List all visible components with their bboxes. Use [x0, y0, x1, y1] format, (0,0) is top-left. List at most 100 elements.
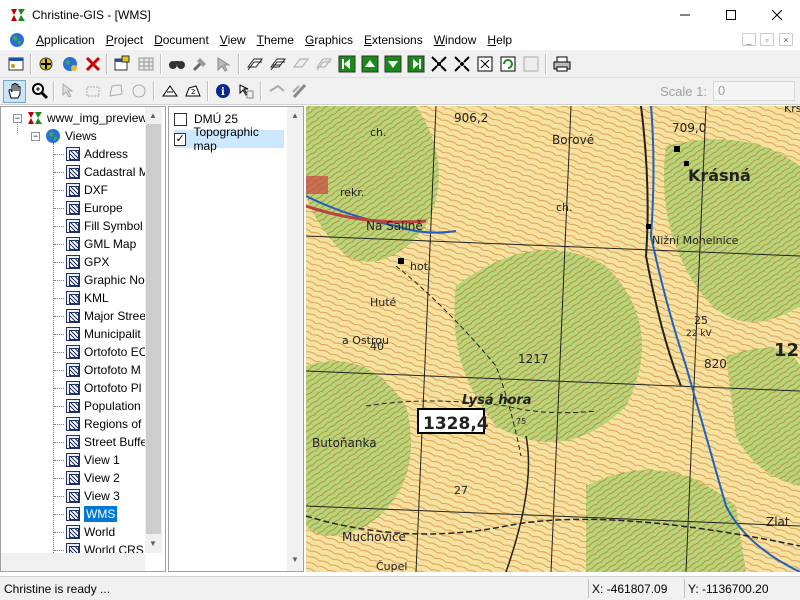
close-icon [772, 10, 782, 20]
tree-view-item[interactable]: KML [66, 289, 109, 307]
mdi-restore-button[interactable]: ▫ [760, 33, 774, 46]
clear-selection-icon[interactable] [522, 55, 540, 73]
tree-view-item[interactable]: Cadastral M [66, 163, 149, 181]
menu-help[interactable]: Help [483, 33, 516, 47]
views-expander[interactable]: − [31, 132, 40, 141]
mdi-close-button[interactable]: × [779, 33, 793, 46]
tree-view-item[interactable]: Major Stree [66, 307, 146, 325]
find-icon[interactable] [168, 55, 186, 73]
tree-view-item[interactable]: Graphic No [66, 271, 145, 289]
menu-application[interactable]: Application [32, 33, 99, 47]
layer-topographic-label: Topographic map [193, 125, 259, 153]
map-canvas[interactable]: 906,2 ch. Borové 709,0 Kršna Krásná rekr. Na Sa… [306, 106, 800, 572]
tree-view-item[interactable]: WMS [66, 505, 118, 523]
tree-view-item[interactable]: Europe [66, 199, 123, 217]
tree-view-item[interactable]: Ortofoto M [66, 361, 141, 379]
layer-topographic-map[interactable]: ✓ Topographic map [174, 125, 284, 153]
map-label: Borové [552, 133, 594, 147]
project-properties-icon[interactable] [7, 55, 25, 73]
attribute-table-icon[interactable] [137, 55, 155, 73]
layout-icon-3[interactable] [292, 55, 310, 73]
globe-icon[interactable] [9, 32, 25, 48]
tree-root[interactable]: www_img_preview [27, 109, 147, 127]
layout-icon-2[interactable] [269, 55, 287, 73]
tree-view-item[interactable]: Regions of [66, 415, 141, 433]
menu-bar: Application Project Document View Theme Graph… [0, 30, 800, 51]
select-rectangle-icon[interactable] [84, 82, 102, 100]
menu-theme[interactable]: Theme [253, 33, 298, 47]
layout-icon-4[interactable] [315, 55, 333, 73]
tree-view-item[interactable]: Population [66, 397, 141, 415]
measure-area-icon[interactable]: 2 [184, 82, 202, 100]
tree-view-label: Ortofoto Pl [84, 381, 142, 395]
hotlink-icon[interactable] [237, 82, 255, 100]
refresh-icon[interactable] [499, 55, 517, 73]
tree-view-item[interactable]: View 1 [66, 451, 120, 469]
layer-topographic-checkbox[interactable]: ✓ [174, 132, 187, 146]
root-expander[interactable]: − [13, 114, 22, 123]
layout-icon-1[interactable] [246, 55, 264, 73]
tree-scrollbar-thumb[interactable] [146, 124, 161, 534]
print-icon[interactable] [553, 55, 571, 73]
title-bar: Christine-GIS - [WMS] [0, 0, 800, 30]
scale-field[interactable]: 0 [713, 81, 795, 101]
menu-window[interactable]: Window [430, 33, 481, 47]
select-polygon-icon[interactable] [107, 82, 125, 100]
draw-tool-icon[interactable] [291, 82, 309, 100]
tree-view-item[interactable]: Street Buffe [66, 433, 147, 451]
tree-view-item[interactable]: Ortofoto Pl [66, 379, 141, 397]
zoom-to-selected-icon[interactable] [476, 55, 494, 73]
zoom-to-full-extent-icon[interactable] [430, 55, 448, 73]
tree-view-item[interactable]: Ortofoto EC [66, 343, 147, 361]
select-circle-icon[interactable] [130, 82, 148, 100]
identify-icon[interactable]: i [214, 82, 232, 100]
delete-theme-icon[interactable] [84, 55, 102, 73]
tree-view-item[interactable]: Municipalit [66, 325, 141, 343]
select-feature-icon[interactable] [60, 82, 78, 100]
minimize-button[interactable] [662, 0, 708, 30]
mdi-minimize-button[interactable]: _ [742, 33, 756, 46]
tree-view-item[interactable]: View 2 [66, 469, 120, 487]
measure-icon[interactable] [161, 82, 179, 100]
edit-vertex-icon[interactable] [268, 82, 286, 100]
move-up-icon[interactable] [361, 55, 379, 73]
tree-view-label: WMS [84, 506, 118, 522]
tree-view-label: GML Map [84, 237, 137, 251]
view-icon [66, 255, 80, 269]
move-last-icon[interactable] [407, 55, 425, 73]
tree-vertical-scrollbar[interactable]: ▲ ▼ [145, 107, 162, 553]
theme-properties-icon[interactable] [113, 55, 131, 73]
menu-document[interactable]: Document [150, 33, 213, 47]
select-icon[interactable] [214, 55, 232, 73]
layer-dmu25-checkbox[interactable] [174, 112, 187, 126]
zoom-in-icon[interactable] [31, 82, 49, 100]
tree-view-item[interactable]: World [66, 523, 115, 541]
scale-label: Scale 1: [660, 84, 707, 99]
tree-view-item[interactable]: Fill Symbol [66, 217, 143, 235]
add-wms-icon[interactable] [61, 55, 79, 73]
menu-project[interactable]: Project [102, 33, 147, 47]
zoom-to-themes-icon[interactable] [453, 55, 471, 73]
menu-view[interactable]: View [216, 33, 250, 47]
view-icon [66, 291, 80, 305]
tree-view-item[interactable]: Address [66, 145, 128, 163]
tree-view-item[interactable]: View 3 [66, 487, 120, 505]
layer-scrollbar[interactable]: ▲ ▼ [287, 107, 303, 571]
window-title: Christine-GIS - [WMS] [32, 8, 151, 22]
tree-horizontal-scrollbar[interactable] [1, 553, 145, 571]
tree-view-item[interactable]: GML Map [66, 235, 136, 253]
map-label: Butoňanka [312, 436, 377, 450]
move-first-icon[interactable] [338, 55, 356, 73]
move-down-icon[interactable] [384, 55, 402, 73]
tree-view-item[interactable]: DXF [66, 181, 108, 199]
menu-graphics[interactable]: Graphics [301, 33, 357, 47]
add-theme-icon[interactable] [37, 55, 55, 73]
query-builder-icon[interactable] [191, 55, 209, 73]
tree-view-label: GPX [84, 255, 110, 269]
map-label: rekr. [340, 186, 364, 199]
maximize-button[interactable] [708, 0, 754, 30]
close-button[interactable] [754, 0, 800, 30]
map-label: 12 [774, 340, 799, 361]
menu-extensions[interactable]: Extensions [360, 33, 427, 47]
tree-view-item[interactable]: GPX [66, 253, 109, 271]
